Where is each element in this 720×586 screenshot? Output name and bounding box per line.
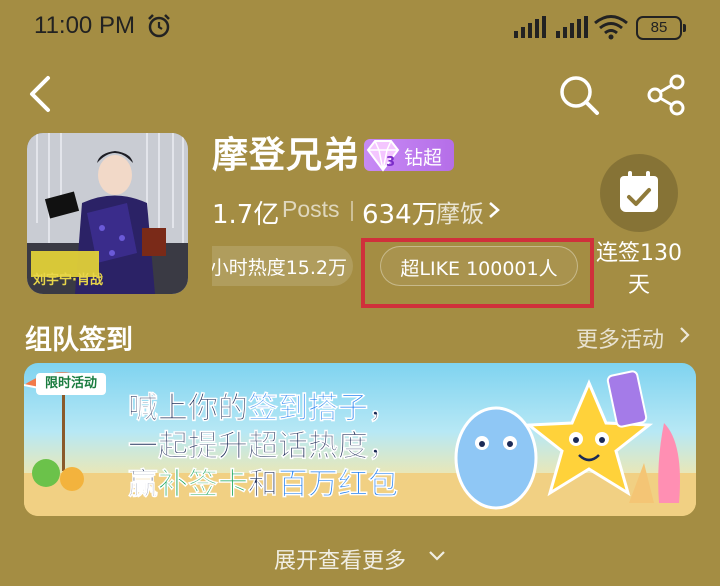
banner-tag: 限时活动 — [36, 373, 106, 395]
banner-text: 赢 — [128, 467, 159, 503]
battery-icon: 85 — [636, 16, 686, 40]
share-icon[interactable] — [644, 72, 690, 118]
checkin-label-line1: 连签130 — [596, 241, 682, 266]
checkin-label: 连签130 天 — [596, 238, 682, 302]
search-icon[interactable] — [556, 72, 602, 118]
calendar-check-icon — [620, 171, 658, 212]
signal-icon — [556, 16, 588, 38]
banner-highlight: 百万红包 — [278, 467, 399, 503]
banner-highlight: 补签卡 — [158, 467, 249, 503]
heat-chip[interactable]: 小时热度15.2万 — [212, 246, 353, 286]
posts-label: Posts — [282, 196, 340, 222]
section-title: 组队签到 — [25, 325, 133, 356]
expand-more-button[interactable]: 展开查看更多 — [274, 543, 406, 575]
level-badge[interactable]: 3 钻超 — [364, 139, 454, 172]
alarm-icon — [148, 14, 170, 38]
stat-divider — [351, 201, 353, 221]
more-activities-link[interactable]: 更多活动 — [576, 322, 664, 354]
status-time: 11:00 PM — [34, 12, 135, 39]
checkin-button[interactable] — [600, 154, 678, 232]
diamond-icon: 3 — [366, 140, 400, 172]
team-checkin-banner[interactable]: 限时活动 喊上你的签到搭子， 一起提升超话热度， 赢补签卡和百万红包 — [24, 363, 696, 516]
banner-line-3: 赢补签卡和百万红包 — [128, 459, 399, 503]
chevron-down-icon[interactable] — [428, 550, 446, 562]
posts-count: 1.7亿 — [212, 200, 280, 230]
chevron-right-icon[interactable] — [679, 326, 691, 344]
page-title: 摩登兄弟 — [212, 135, 361, 176]
avatar-caption: 刘宇宁·肖战 — [33, 273, 103, 288]
fans-count[interactable]: 634万 — [362, 194, 438, 231]
heat-label: 小时热度15.2万 — [212, 257, 347, 279]
avatar[interactable]: 刘宇宁·肖战 — [27, 133, 188, 294]
signal-icon — [514, 16, 546, 38]
checkin-label-line2: 天 — [627, 273, 650, 298]
fans-label[interactable]: 摩饭 — [436, 194, 484, 229]
wifi-icon — [594, 15, 628, 40]
highlight-box — [361, 238, 594, 308]
banner-text: 和 — [248, 467, 279, 503]
status-bar: 11:00 PM 85 — [0, 0, 720, 56]
badge-label: 钻超 — [404, 147, 443, 169]
back-icon[interactable] — [22, 74, 62, 114]
badge-level: 3 — [386, 155, 395, 170]
chevron-right-icon[interactable] — [487, 200, 501, 220]
